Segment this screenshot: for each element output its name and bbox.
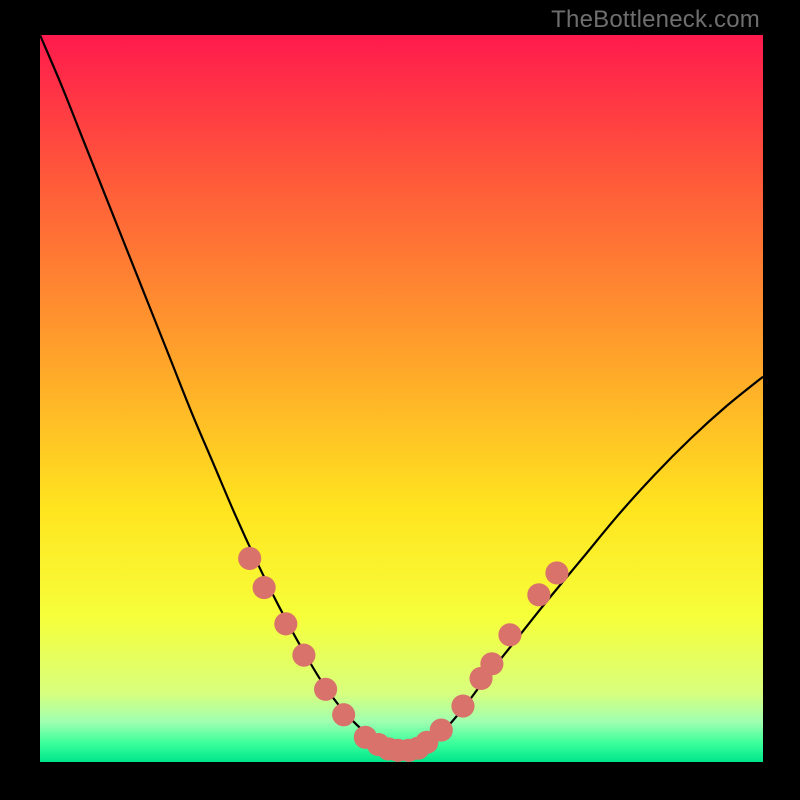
watermark-text: TheBottleneck.com bbox=[551, 6, 760, 34]
highlight-dot bbox=[451, 694, 474, 717]
highlight-dot bbox=[430, 718, 453, 741]
highlight-dot bbox=[274, 612, 297, 635]
highlight-dot bbox=[314, 678, 337, 701]
gradient-background bbox=[40, 35, 763, 762]
highlight-dot bbox=[498, 623, 521, 646]
highlight-dot bbox=[238, 547, 261, 570]
highlight-dot bbox=[292, 644, 315, 667]
plot-area bbox=[40, 35, 763, 762]
highlight-dot bbox=[332, 703, 355, 726]
highlight-dot bbox=[527, 583, 550, 606]
chart-svg bbox=[40, 35, 763, 762]
highlight-dot bbox=[545, 561, 568, 584]
chart-frame: TheBottleneck.com bbox=[0, 0, 800, 800]
highlight-dot bbox=[480, 652, 503, 675]
highlight-dot bbox=[253, 576, 276, 599]
